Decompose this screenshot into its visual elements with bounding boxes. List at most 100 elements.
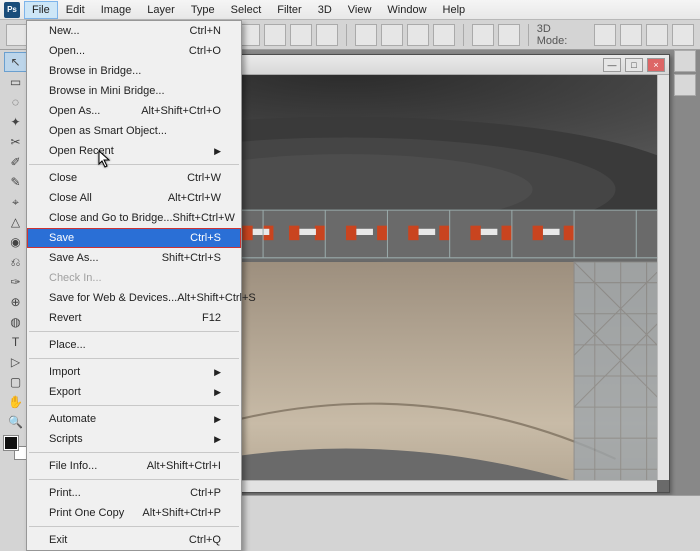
crop-tool[interactable]: ✂ [4,132,28,152]
panel-icon[interactable] [674,74,696,96]
history-brush-tool[interactable]: ◉ [4,232,28,252]
menu-item-label: Close All [49,192,92,204]
menu-help[interactable]: Help [435,1,474,19]
eraser-tool[interactable]: ⎌ [4,252,28,272]
menu-item-close-all[interactable]: Close AllAlt+Ctrl+W [27,188,241,208]
blur-tool[interactable]: ⊕ [4,292,28,312]
menu-view[interactable]: View [340,1,380,19]
menu-item-label: Check In... [49,272,102,284]
menu-item-save[interactable]: SaveCtrl+S [27,228,241,248]
menu-item-import[interactable]: Import▶ [27,362,241,382]
menu-layer[interactable]: Layer [139,1,183,19]
color-swatches[interactable] [4,436,28,460]
menu-item-label: Close [49,172,77,184]
submenu-arrow-icon: ▶ [214,414,221,425]
close-button[interactable]: × [647,58,665,72]
distribute-icon[interactable] [381,24,403,46]
wand-tool[interactable]: ✦ [4,112,28,132]
menu-item-print[interactable]: Print...Ctrl+P [27,483,241,503]
menu-item-revert[interactable]: RevertF12 [27,308,241,328]
zoom-tool[interactable]: 🔍 [4,412,28,432]
menu-shortcut: Alt+Shift+Ctrl+P [142,507,221,519]
menu-item-label: Browse in Bridge... [49,65,141,77]
menu-item-save-as[interactable]: Save As...Shift+Ctrl+S [27,248,241,268]
mode-icon[interactable] [594,24,616,46]
mode-icon[interactable] [620,24,642,46]
type-tool[interactable]: T [4,332,28,352]
menu-separator [29,331,239,332]
menu-item-browse-in-mini-bridge[interactable]: Browse in Mini Bridge... [27,81,241,101]
tool-preset-icon[interactable] [6,24,28,46]
foreground-color-swatch[interactable] [4,436,18,450]
align-icon[interactable] [290,24,312,46]
menu-item-close[interactable]: Close Ctrl+W [27,168,241,188]
menu-item-open-as-smart-object[interactable]: Open as Smart Object... [27,121,241,141]
hand-tool[interactable]: ✋ [4,392,28,412]
menu-image[interactable]: Image [93,1,140,19]
panel-icon[interactable] [674,50,696,72]
file-menu-dropdown: New...Ctrl+NOpen...Ctrl+O Browse in Bridg… [26,20,242,551]
minimize-button[interactable]: — [603,58,621,72]
stamp-tool[interactable]: △ [4,212,28,232]
lasso-tool[interactable]: ◌ [4,92,28,112]
menu-item-automate[interactable]: Automate▶ [27,409,241,429]
menu-shortcut: Ctrl+Q [189,534,221,546]
menu-item-label: Scripts [49,433,83,445]
menu-item-label: New... [49,25,80,37]
menu-edit[interactable]: Edit [58,1,93,19]
menu-item-open[interactable]: Open...Ctrl+O [27,41,241,61]
shape-tool[interactable]: ▢ [4,372,28,392]
maximize-button[interactable]: □ [625,58,643,72]
heal-tool[interactable]: ✎ [4,172,28,192]
menu-item-open-recent[interactable]: Open Recent▶ [27,141,241,161]
menu-window[interactable]: Window [379,1,434,19]
brush-tool[interactable]: ⌖ [4,192,28,212]
menu-item-scripts[interactable]: Scripts ▶ [27,429,241,449]
menu-item-export[interactable]: Export ▶ [27,382,241,402]
menu-type[interactable]: Type [183,1,223,19]
menu-select[interactable]: Select [223,1,270,19]
move-tool[interactable]: ↖ [4,52,28,72]
menu-item-print-one-copy[interactable]: Print One CopyAlt+Shift+Ctrl+P [27,503,241,523]
submenu-arrow-icon: ▶ [214,387,221,398]
distribute-icon[interactable] [407,24,429,46]
menu-item-label: Open Recent [49,145,114,157]
menu-item-save-for-web-devices[interactable]: Save for Web & Devices...Alt+Shift+Ctrl+… [27,288,241,308]
menu-item-place[interactable]: Place... [27,335,241,355]
menu-shortcut: F12 [202,312,221,324]
menu-shortcut: Ctrl+P [190,487,221,499]
menu-file[interactable]: File [24,1,58,19]
eyedropper-tool[interactable]: ✐ [4,152,28,172]
menu-shortcut: Alt+Shift+Ctrl+S [177,292,256,304]
menu-3d[interactable]: 3D [310,1,340,19]
menu-item-exit[interactable]: ExitCtrl+Q [27,530,241,550]
align-icon[interactable] [264,24,286,46]
submenu-arrow-icon: ▶ [214,434,221,445]
distribute-icon[interactable] [498,24,520,46]
menu-item-label: Export [49,386,81,398]
menu-item-file-info[interactable]: File Info...Alt+Shift+Ctrl+I [27,456,241,476]
menu-shortcut: Ctrl+W [187,172,221,184]
menu-separator [29,164,239,165]
path-tool[interactable]: ▷ [4,352,28,372]
menu-item-close-and-go-to-bridge[interactable]: Close and Go to Bridge...Shift+Ctrl+W [27,208,241,228]
gradient-tool[interactable]: ✑ [4,272,28,292]
mode-icon[interactable] [672,24,694,46]
separator [346,24,347,46]
menu-item-browse-in-bridge[interactable]: Browse in Bridge... [27,61,241,81]
marquee-tool[interactable]: ▭ [4,72,28,92]
distribute-icon[interactable] [355,24,377,46]
scrollbar-vertical[interactable] [657,75,669,480]
separator [463,24,464,46]
menu-shortcut: Ctrl+S [190,232,221,244]
distribute-icon[interactable] [433,24,455,46]
menu-item-label: Open As... [49,105,100,117]
mode-icon[interactable] [646,24,668,46]
menu-item-open-as[interactable]: Open As...Alt+Shift+Ctrl+O [27,101,241,121]
menu-separator [29,358,239,359]
distribute-icon[interactable] [472,24,494,46]
menu-item-new[interactable]: New...Ctrl+N [27,21,241,41]
align-icon[interactable] [316,24,338,46]
menu-filter[interactable]: Filter [269,1,309,19]
dodge-tool[interactable]: ◍ [4,312,28,332]
